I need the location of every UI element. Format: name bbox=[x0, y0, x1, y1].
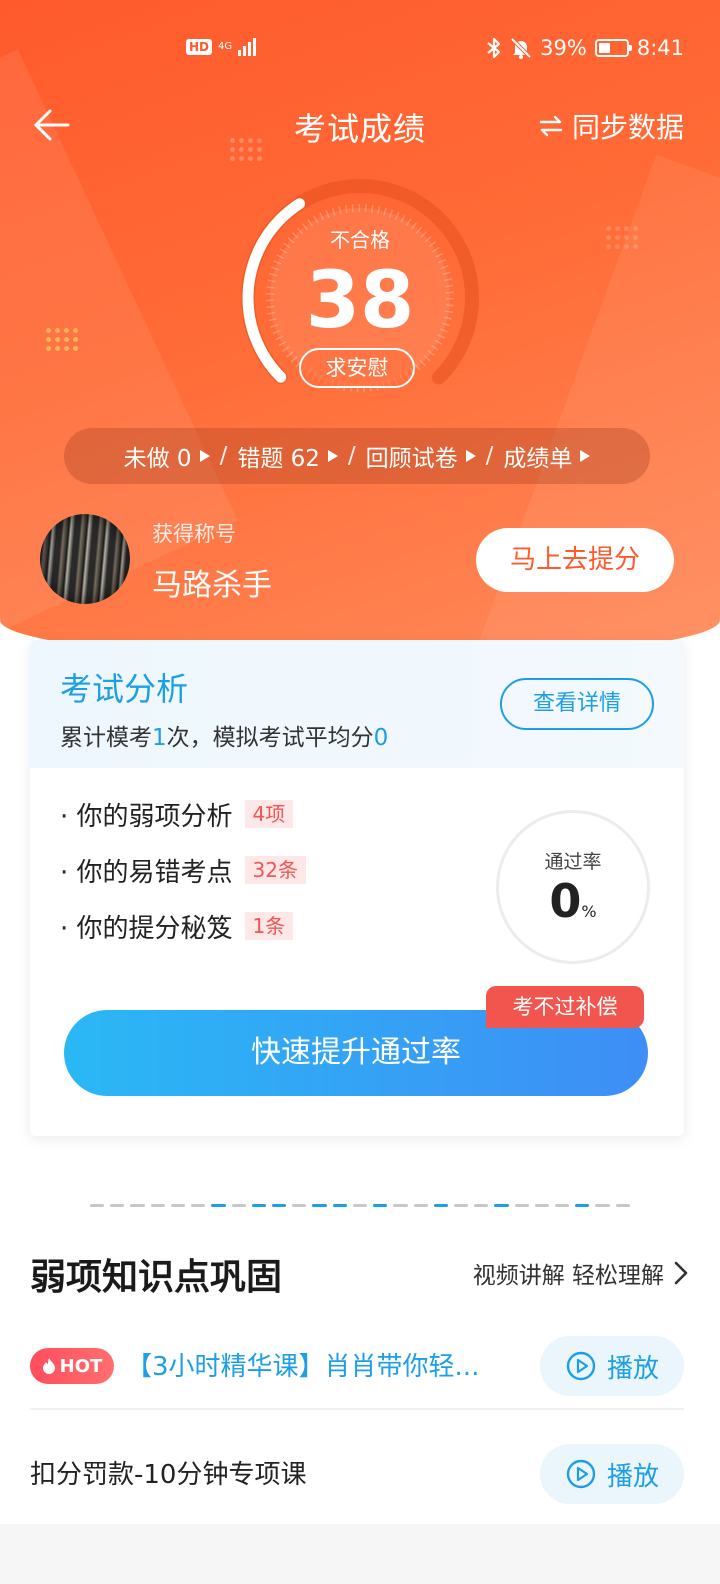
status-bar: HD 4G 39% 8:41 bbox=[0, 0, 720, 100]
battery-percent: 39% bbox=[540, 36, 587, 60]
bluetooth-icon bbox=[487, 37, 501, 59]
list-item-label: · 你的提分秘笈 bbox=[60, 913, 233, 944]
review-paper-link[interactable]: 回顾试卷 bbox=[366, 439, 476, 473]
hot-badge: HOT bbox=[30, 1348, 114, 1384]
flame-icon bbox=[42, 1358, 55, 1374]
title-caption: 获得称号 bbox=[152, 522, 236, 546]
play-icon bbox=[566, 1459, 596, 1489]
video-explain-label: 视频讲解 轻松理解 bbox=[472, 1263, 664, 1289]
exam-analysis-card: 考试分析 累计模考1次，模拟考试平均分0 查看详情 · 你的弱项分析 4项 · … bbox=[30, 640, 684, 1136]
count-badge: 4项 bbox=[244, 800, 294, 828]
wrong-questions-link[interactable]: 错题 62 bbox=[237, 439, 338, 473]
report-card-label: 成绩单 bbox=[503, 446, 573, 472]
wrong-questions-label: 错题 62 bbox=[237, 446, 320, 472]
pass-rate-value: 0% bbox=[499, 874, 647, 939]
play-icon bbox=[566, 1351, 596, 1381]
system-indicators: 39% 8:41 bbox=[486, 36, 684, 60]
triangle-right-icon bbox=[465, 450, 476, 462]
signal-icon bbox=[238, 38, 257, 56]
bottom-spacer bbox=[0, 1524, 720, 1584]
list-item-label: · 你的易错考点 bbox=[60, 857, 233, 888]
swap-arrows-icon bbox=[539, 115, 563, 137]
chevron-right-icon bbox=[674, 1261, 688, 1285]
summary-middle: 次，模拟考试平均分 bbox=[166, 725, 374, 751]
analysis-header: 考试分析 累计模考1次，模拟考试平均分0 查看详情 bbox=[30, 640, 684, 768]
course-title: 【3小时精华课】肖肖带你轻... bbox=[126, 1352, 480, 1382]
course-item[interactable]: HOT 【3小时精华课】肖肖带你轻... 播放 bbox=[30, 1326, 684, 1410]
clock: 8:41 bbox=[636, 36, 684, 60]
mute-bell-icon bbox=[510, 37, 532, 59]
battery-icon bbox=[594, 39, 632, 57]
undone-link[interactable]: 未做 0 bbox=[124, 439, 210, 473]
sync-data-button[interactable]: 同步数据 bbox=[538, 106, 684, 146]
score-value: 38 bbox=[305, 256, 415, 346]
triangle-right-icon bbox=[580, 450, 591, 462]
sync-data-label: 同步数据 bbox=[571, 111, 684, 144]
comfort-button[interactable]: 求安慰 bbox=[299, 348, 415, 388]
report-card-link[interactable]: 成绩单 bbox=[503, 439, 591, 473]
pass-rate-circle: 通过率 0% bbox=[496, 810, 650, 964]
separator: / bbox=[485, 443, 494, 469]
triangle-right-icon bbox=[327, 450, 338, 462]
count-badge: 32条 bbox=[244, 856, 306, 884]
separator: / bbox=[347, 443, 356, 469]
play-button[interactable]: 播放 bbox=[540, 1336, 684, 1396]
decorative-dots bbox=[606, 226, 638, 249]
undone-label: 未做 0 bbox=[123, 446, 192, 472]
result-summary-bar: 未做 0 / 错题 62 / 回顾试卷 / 成绩单 bbox=[64, 428, 650, 484]
hd-badge: HD bbox=[186, 39, 213, 55]
video-explain-link[interactable]: 视频讲解 轻松理解 bbox=[473, 1256, 690, 1290]
course-title: 扣分罚款-10分钟专项课 bbox=[30, 1460, 307, 1490]
separator: / bbox=[219, 443, 228, 469]
avatar[interactable] bbox=[40, 514, 130, 604]
analysis-list: · 你的弱项分析 4项 · 你的易错考点 32条 · 你的提分秘笈 1条 bbox=[60, 786, 306, 954]
pass-rate-unit: % bbox=[581, 902, 597, 921]
pass-rate-number: 0 bbox=[549, 874, 582, 928]
section-divider bbox=[90, 1204, 630, 1208]
error-prone-points-item[interactable]: · 你的易错考点 32条 bbox=[60, 842, 306, 898]
top-nav: 考试成绩 同步数据 bbox=[0, 96, 720, 152]
triangle-right-icon bbox=[199, 450, 210, 462]
weak-points-title: 弱项知识点巩固 bbox=[30, 1257, 283, 1298]
network-indicators: HD 4G bbox=[186, 38, 257, 56]
decorative-dots bbox=[46, 328, 78, 351]
count-badge: 1条 bbox=[244, 912, 294, 940]
analysis-title: 考试分析 bbox=[60, 670, 189, 708]
analysis-summary: 累计模考1次，模拟考试平均分0 bbox=[60, 718, 388, 752]
average-score: 0 bbox=[373, 725, 389, 751]
network-type: 4G bbox=[218, 41, 233, 52]
exam-count: 1 bbox=[152, 725, 167, 751]
play-label: 播放 bbox=[606, 1461, 659, 1492]
score-gauge: 不合格 38 求安慰 bbox=[225, 168, 495, 417]
list-item-label: · 你的弱项分析 bbox=[60, 801, 233, 832]
score-status: 不合格 bbox=[330, 228, 390, 252]
hot-label: HOT bbox=[59, 1355, 103, 1377]
play-label: 播放 bbox=[606, 1353, 659, 1384]
score-tips-item[interactable]: · 你的提分秘笈 1条 bbox=[60, 898, 306, 954]
play-button[interactable]: 播放 bbox=[540, 1444, 684, 1504]
guarantee-badge: 考不过补偿 bbox=[486, 986, 644, 1028]
pass-rate-label: 通过率 bbox=[544, 851, 602, 873]
earned-title: 马路杀手 bbox=[152, 568, 272, 603]
course-item[interactable]: 扣分罚款-10分钟专项课 播放 bbox=[30, 1434, 684, 1518]
improve-score-button[interactable]: 马上去提分 bbox=[476, 528, 674, 592]
review-paper-label: 回顾试卷 bbox=[365, 446, 458, 472]
summary-prefix: 累计模考 bbox=[60, 725, 152, 751]
view-details-button[interactable]: 查看详情 bbox=[500, 678, 654, 730]
weakness-analysis-item[interactable]: · 你的弱项分析 4项 bbox=[60, 786, 306, 842]
